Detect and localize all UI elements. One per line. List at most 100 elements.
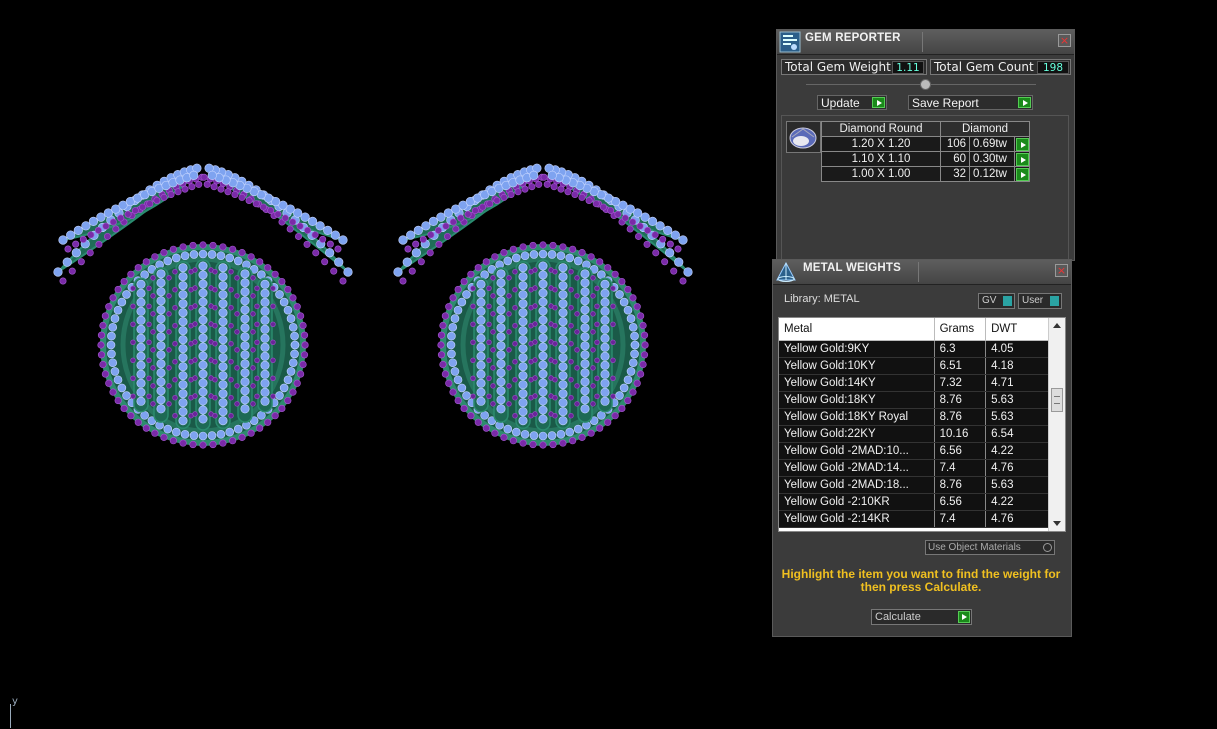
axis-label-y: y xyxy=(12,696,18,707)
metal-name: Yellow Gold:14KY xyxy=(779,374,935,392)
gem-table-header-shape: Diamond Round xyxy=(821,121,941,137)
scroll-down-icon[interactable] xyxy=(1053,521,1061,526)
play-icon xyxy=(872,97,885,108)
play-icon xyxy=(1016,153,1029,166)
play-icon xyxy=(1018,97,1031,108)
library-label: Library: METAL xyxy=(784,293,860,305)
metal-weights-title: METAL WEIGHTS xyxy=(803,262,902,274)
metal-dwt: 4.71 xyxy=(985,374,1049,392)
metal-dwt: 4.76 xyxy=(985,510,1049,528)
gem-count: 60 xyxy=(940,151,970,167)
metal-name: Yellow Gold:22KY xyxy=(779,425,935,443)
metal-grams: 6.3 xyxy=(934,340,987,358)
metal-list-scrollbar[interactable] xyxy=(1048,318,1065,531)
gv-toggle-label: GV xyxy=(982,295,997,306)
user-toggle-label: User xyxy=(1022,295,1044,306)
metal-dwt: 4.76 xyxy=(985,459,1049,477)
metal-grams: 10.16 xyxy=(934,425,987,443)
metal-grams: 7.4 xyxy=(934,510,987,528)
gem-weight: 0.12tw xyxy=(969,166,1015,182)
metal-row[interactable]: Yellow Gold -2MAD:18... 8.76 5.63 xyxy=(779,476,1052,494)
gem-row-select-button[interactable] xyxy=(1014,151,1030,167)
metal-dwt: 5.63 xyxy=(985,476,1049,494)
metal-grams: 8.76 xyxy=(934,408,987,426)
radio-indicator xyxy=(1043,543,1052,552)
metal-grams: 8.76 xyxy=(934,391,987,409)
use-object-materials-toggle[interactable]: Use Object Materials xyxy=(925,540,1055,555)
metal-name: Yellow Gold -2:14KR xyxy=(779,510,935,528)
play-icon xyxy=(1016,138,1029,151)
gem-report-icon xyxy=(779,31,801,53)
gem-count: 32 xyxy=(940,166,970,182)
total-gem-count-field: Total Gem Count 198 xyxy=(930,59,1071,75)
grams-column-header[interactable]: Grams xyxy=(934,318,987,341)
toggle-indicator xyxy=(1003,296,1012,306)
metal-list[interactable]: Metal Grams DWT Yellow Gold:9KY 6.3 4.05 Ye… xyxy=(778,317,1066,532)
metal-grams: 6.56 xyxy=(934,442,987,460)
calculate-button-label: Calculate xyxy=(875,611,921,623)
metal-row[interactable]: Yellow Gold -2MAD:14... 7.4 4.76 xyxy=(779,459,1052,477)
gem-reporter-title: GEM REPORTER xyxy=(805,32,901,44)
metal-dwt: 4.22 xyxy=(985,493,1049,511)
metal-row[interactable]: Yellow Gold:18KY Royal 8.76 5.63 xyxy=(779,408,1052,426)
gem-row-select-button[interactable] xyxy=(1014,136,1030,152)
play-icon xyxy=(1016,168,1029,181)
total-gem-weight-field: Total Gem Weight 1.11 xyxy=(781,59,927,75)
save-report-button[interactable]: Save Report xyxy=(908,95,1033,110)
3d-viewport[interactable]: y xyxy=(0,0,770,729)
total-gem-count-label: Total Gem Count xyxy=(934,60,1034,74)
gem-weight: 0.69tw xyxy=(969,136,1015,152)
metal-row[interactable]: Yellow Gold -2:10KR 6.56 4.22 xyxy=(779,493,1052,511)
metal-row[interactable]: Yellow Gold:9KY 6.3 4.05 xyxy=(779,340,1052,358)
calculate-button[interactable]: Calculate xyxy=(871,609,972,625)
metal-name: Yellow Gold -2MAD:14... xyxy=(779,459,935,477)
metal-grams: 7.4 xyxy=(934,459,987,477)
metal-dwt: 4.18 xyxy=(985,357,1049,375)
gem-weight: 0.30tw xyxy=(969,151,1015,167)
metal-column-header[interactable]: Metal xyxy=(779,318,935,341)
metal-grams: 6.56 xyxy=(934,493,987,511)
metal-weights-close-button[interactable]: × xyxy=(1055,264,1068,277)
gem-reporter-titlebar[interactable]: GEM REPORTER × xyxy=(777,30,1074,55)
round-diamond-icon xyxy=(789,127,817,149)
gem-table-row[interactable]: 1.00 X 1.00 32 0.12tw xyxy=(821,166,1030,182)
title-separator xyxy=(918,262,919,282)
metal-dwt: 5.63 xyxy=(985,408,1049,426)
metal-dwt: 5.63 xyxy=(985,391,1049,409)
gem-table-row[interactable]: 1.10 X 1.10 60 0.30tw xyxy=(821,151,1030,167)
metal-name: Yellow Gold -2MAD:18... xyxy=(779,476,935,494)
gem-count: 106 xyxy=(940,136,970,152)
gem-thumbnail[interactable] xyxy=(786,121,821,153)
use-object-materials-label: Use Object Materials xyxy=(928,542,1021,553)
metal-name: Yellow Gold:10KY xyxy=(779,357,935,375)
metal-name: Yellow Gold -2:10KR xyxy=(779,493,935,511)
metal-grams: 6.51 xyxy=(934,357,987,375)
metal-row[interactable]: Yellow Gold:10KY 6.51 4.18 xyxy=(779,357,1052,375)
metal-row[interactable]: Yellow Gold:22KY 10.16 6.54 xyxy=(779,425,1052,443)
metal-weights-titlebar[interactable]: METAL WEIGHTS × xyxy=(773,260,1071,285)
gem-table: Diamond Round Diamond 1.20 X 1.20 106 0.… xyxy=(821,121,1030,182)
total-gem-count-value: 198 xyxy=(1037,61,1069,74)
user-toggle[interactable]: User xyxy=(1018,293,1062,309)
metal-row[interactable]: Yellow Gold -2MAD:10... 6.56 4.22 xyxy=(779,442,1052,460)
save-report-button-label: Save Report xyxy=(912,96,979,110)
gem-reporter-close-button[interactable]: × xyxy=(1058,34,1071,47)
gem-row-select-button[interactable] xyxy=(1014,166,1030,182)
gem-size: 1.00 X 1.00 xyxy=(821,166,941,182)
gem-slider-knob[interactable] xyxy=(920,79,931,90)
update-button-label: Update xyxy=(821,96,860,110)
metal-name: Yellow Gold:18KY Royal xyxy=(779,408,935,426)
metal-row[interactable]: Yellow Gold:14KY 7.32 4.71 xyxy=(779,374,1052,392)
gem-table-header-type: Diamond xyxy=(940,121,1030,137)
scroll-up-icon[interactable] xyxy=(1053,323,1061,328)
gv-toggle[interactable]: GV xyxy=(978,293,1015,309)
metal-row[interactable]: Yellow Gold -2:14KR 7.4 4.76 xyxy=(779,510,1052,528)
gem-table-row[interactable]: 1.20 X 1.20 106 0.69tw xyxy=(821,136,1030,152)
metal-weights-icon xyxy=(776,261,796,282)
scroll-thumb[interactable] xyxy=(1051,388,1063,412)
metal-table: Metal Grams DWT Yellow Gold:9KY 6.3 4.05 Ye… xyxy=(779,318,1052,528)
axis-indicator xyxy=(10,704,11,728)
dwt-column-header[interactable]: DWT xyxy=(985,318,1049,341)
metal-row[interactable]: Yellow Gold:18KY 8.76 5.63 xyxy=(779,391,1052,409)
update-button[interactable]: Update xyxy=(817,95,887,110)
